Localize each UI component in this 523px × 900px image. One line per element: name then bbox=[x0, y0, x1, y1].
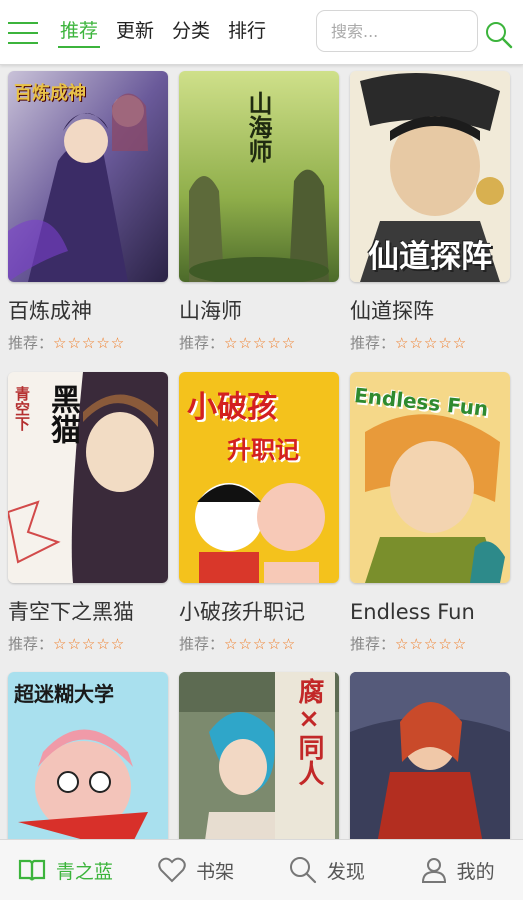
nav-label: 书架 bbox=[196, 860, 235, 883]
comic-title: 仙道探阵 bbox=[350, 299, 434, 323]
rating-stars: ☆☆☆☆☆ bbox=[395, 635, 468, 653]
menu-icon[interactable] bbox=[6, 18, 40, 48]
rating-label: 推荐： bbox=[350, 334, 396, 352]
comic-card[interactable]: 黑猫 青空下 青空下之黑猫 推荐：☆☆☆☆☆ bbox=[8, 372, 168, 655]
tab-recommend[interactable]: 推荐 bbox=[58, 16, 101, 48]
top-bar: 推荐 更新 分类 排行 bbox=[0, 0, 523, 65]
nav-discover[interactable]: 发现 bbox=[262, 840, 393, 900]
rating-stars: ☆☆☆☆☆ bbox=[224, 635, 297, 653]
cover-title-text: 黑猫 bbox=[45, 384, 80, 444]
tab-categories[interactable]: 分类 bbox=[170, 16, 212, 46]
tab-bar: 推荐 更新 分类 排行 bbox=[58, 16, 282, 48]
comic-title: 百炼成神 bbox=[8, 299, 92, 323]
cover-title-text: 小破孩 bbox=[187, 390, 277, 425]
comic-card[interactable]: Endless Fun Endless Fun 推荐：☆☆☆☆☆ bbox=[350, 372, 510, 655]
tab-updates[interactable]: 更新 bbox=[114, 16, 156, 46]
comic-cover[interactable]: 黑猫 青空下 bbox=[8, 372, 168, 583]
nav-bookshelf[interactable]: 书架 bbox=[131, 840, 262, 900]
comic-title: 小破孩升职记 bbox=[179, 600, 305, 624]
cover-title-text: 超迷糊大学 bbox=[14, 682, 114, 706]
comic-cover[interactable]: 小破孩 升职记 bbox=[179, 372, 339, 583]
rating-label: 推荐： bbox=[8, 635, 54, 653]
search-icon bbox=[289, 857, 316, 884]
search-icon bbox=[486, 22, 513, 49]
comic-cover[interactable]: 仙道探阵 bbox=[350, 71, 510, 282]
bottom-nav: 青之蓝 书架 发现 我的 bbox=[0, 839, 523, 900]
nav-home[interactable]: 青之蓝 bbox=[0, 840, 131, 900]
comic-card[interactable]: 仙道探阵 仙道探阵 推荐：☆☆☆☆☆ bbox=[350, 71, 510, 354]
search-input[interactable] bbox=[317, 11, 477, 51]
heart-icon bbox=[158, 857, 186, 883]
comic-card[interactable]: 小破孩 升职记 小破孩升职记 推荐：☆☆☆☆☆ bbox=[179, 372, 339, 655]
rating: 推荐：☆☆☆☆☆ bbox=[179, 332, 339, 354]
comic-title: 青空下之黑猫 bbox=[8, 600, 134, 624]
rating: 推荐：☆☆☆☆☆ bbox=[8, 633, 168, 655]
rating-stars: ☆☆☆☆☆ bbox=[224, 334, 297, 352]
rating: 推荐：☆☆☆☆☆ bbox=[350, 332, 510, 354]
nav-label: 我的 bbox=[456, 860, 495, 883]
rating: 推荐：☆☆☆☆☆ bbox=[8, 332, 168, 354]
rating-label: 推荐： bbox=[179, 635, 225, 653]
nav-label: 发现 bbox=[326, 860, 365, 883]
cover-subtitle-text: 青空下 bbox=[13, 386, 31, 431]
comic-cover[interactable]: Endless Fun bbox=[350, 372, 510, 583]
comic-title: 山海师 bbox=[179, 299, 242, 323]
cover-title-text: 腐×同人 bbox=[294, 678, 324, 786]
rating: 推荐：☆☆☆☆☆ bbox=[350, 633, 510, 655]
comic-title: Endless Fun bbox=[350, 600, 475, 624]
rating: 推荐：☆☆☆☆☆ bbox=[179, 633, 339, 655]
cover-title-text: 百炼成神 bbox=[14, 83, 86, 104]
tab-ranking[interactable]: 排行 bbox=[226, 16, 268, 46]
nav-label: 青之蓝 bbox=[55, 860, 113, 883]
search-box bbox=[316, 10, 478, 52]
comic-cover[interactable]: 山海师 bbox=[179, 71, 339, 282]
rating-label: 推荐： bbox=[179, 334, 225, 352]
search-button[interactable] bbox=[484, 20, 514, 50]
user-icon bbox=[421, 858, 446, 883]
cover-subtitle-text: 升职记 bbox=[227, 436, 299, 464]
rating-label: 推荐： bbox=[350, 635, 396, 653]
comic-card[interactable]: 百炼成神 百炼成神 推荐：☆☆☆☆☆ bbox=[8, 71, 168, 354]
nav-profile[interactable]: 我的 bbox=[392, 840, 523, 900]
comic-cover[interactable]: 百炼成神 bbox=[8, 71, 168, 282]
rating-stars: ☆☆☆☆☆ bbox=[53, 635, 126, 653]
rating-stars: ☆☆☆☆☆ bbox=[395, 334, 468, 352]
rating-stars: ☆☆☆☆☆ bbox=[53, 334, 126, 352]
cover-title-text: 仙道探阵 bbox=[368, 239, 492, 275]
rating-label: 推荐： bbox=[8, 334, 54, 352]
book-icon bbox=[18, 859, 45, 881]
comic-card[interactable]: 山海师 山海师 推荐：☆☆☆☆☆ bbox=[179, 71, 339, 354]
cover-title-text: 山海师 bbox=[244, 91, 272, 163]
